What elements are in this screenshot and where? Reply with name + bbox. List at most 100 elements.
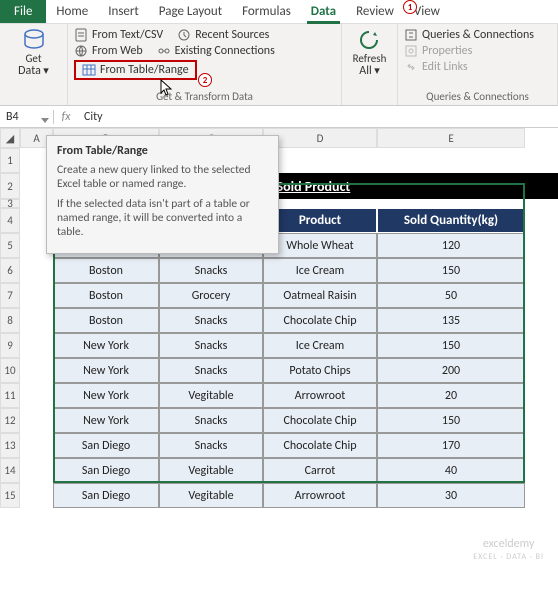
col-product: Product	[263, 208, 377, 233]
tooltip-title: From Table/Range	[57, 144, 268, 158]
table-row[interactable]: New YorkSnacksChocolate Chip150	[53, 408, 558, 433]
col-header[interactable]: E	[377, 128, 525, 148]
table-cell[interactable]: 150	[377, 333, 525, 358]
formula-value[interactable]: City	[78, 110, 103, 124]
link-icon	[404, 60, 418, 74]
table-row[interactable]: San DiegoVegitableArrowroot30	[53, 483, 558, 508]
table-cell[interactable]: Boston	[53, 308, 159, 333]
table-row[interactable]: BostonSnacksChocolate Chip135	[53, 308, 558, 333]
table-cell[interactable]: Snacks	[159, 433, 263, 458]
table-row[interactable]: New YorkVegitableArrowroot20	[53, 383, 558, 408]
table-cell[interactable]: Whole Wheat	[263, 233, 377, 258]
row-header[interactable]: 4	[0, 208, 20, 233]
row-header[interactable]: 6	[0, 258, 20, 283]
table-cell[interactable]: Chocolate Chip	[263, 308, 377, 333]
table-cell[interactable]: New York	[53, 358, 159, 383]
row-header[interactable]: 15	[0, 483, 20, 508]
row-header[interactable]: 1	[0, 148, 20, 173]
tab-review[interactable]: Review	[346, 0, 404, 23]
row-header[interactable]: 10	[0, 358, 20, 383]
table-cell[interactable]: 150	[377, 258, 525, 283]
table-cell[interactable]: New York	[53, 383, 159, 408]
table-cell[interactable]: 50	[377, 283, 525, 308]
row-header[interactable]: 13	[0, 433, 20, 458]
table-cell[interactable]: Snacks	[159, 358, 263, 383]
table-cell[interactable]: San Diego	[53, 458, 159, 483]
queries-connections-button[interactable]: Queries & Connections	[404, 28, 551, 42]
tab-data[interactable]: Data	[301, 0, 346, 23]
col-header[interactable]: D	[263, 128, 377, 148]
connection-icon	[157, 44, 171, 58]
table-row[interactable]: BostonGroceryOatmeal Raisin50	[53, 283, 558, 308]
tab-formulas[interactable]: Formulas	[232, 0, 301, 23]
table-cell[interactable]: 20	[377, 383, 525, 408]
name-box[interactable]: B4	[0, 110, 54, 124]
table-cell[interactable]: Potato Chips	[263, 358, 377, 383]
table-cell[interactable]: Grocery	[159, 283, 263, 308]
table-cell[interactable]: Oatmeal Raisin	[263, 283, 377, 308]
tab-file[interactable]: File	[0, 0, 46, 23]
table-cell[interactable]: Arrowroot	[263, 483, 377, 508]
row-header[interactable]: 12	[0, 408, 20, 433]
table-row[interactable]: San DiegoVegitableCarrot40	[53, 458, 558, 483]
row-header[interactable]: 14	[0, 458, 20, 483]
table-cell[interactable]: 40	[377, 458, 525, 483]
table-icon	[82, 63, 96, 77]
table-cell[interactable]: Arrowroot	[263, 383, 377, 408]
recent-sources-button[interactable]: Recent Sources	[177, 28, 269, 42]
database-icon	[22, 28, 46, 52]
row-header[interactable]: 9	[0, 333, 20, 358]
table-cell[interactable]: Boston	[53, 283, 159, 308]
table-row[interactable]: BostonSnacksIce Cream150	[53, 258, 558, 283]
table-row[interactable]: New YorkSnacksPotato Chips200	[53, 358, 558, 383]
existing-connections-button[interactable]: Existing Connections	[157, 44, 275, 58]
table-cell[interactable]: Snacks	[159, 308, 263, 333]
row-header[interactable]: 2	[0, 173, 20, 199]
fx-icon[interactable]: fx	[54, 110, 78, 124]
table-cell[interactable]: Boston	[53, 258, 159, 283]
table-cell[interactable]: 120	[377, 233, 525, 258]
table-cell[interactable]: Vegitable	[159, 483, 263, 508]
tooltip-body: Create a new query linked to the selecte…	[57, 163, 268, 191]
get-data-button[interactable]: Get Data ▾	[18, 26, 49, 77]
row-header[interactable]: 3	[0, 199, 20, 208]
table-cell[interactable]: Vegitable	[159, 458, 263, 483]
table-cell[interactable]: Ice Cream	[263, 333, 377, 358]
row-header[interactable]: 7	[0, 283, 20, 308]
table-cell[interactable]: 200	[377, 358, 525, 383]
ribbon-group-refresh: Refresh All ▾	[342, 24, 398, 105]
ribbon-group-getdata: Get Data ▾	[0, 24, 68, 105]
table-cell[interactable]: Ice Cream	[263, 258, 377, 283]
table-cell[interactable]: Chocolate Chip	[263, 433, 377, 458]
table-row[interactable]: New YorkSnacksIce Cream150	[53, 333, 558, 358]
watermark: exceldemy EXCEL · DATA · BI	[473, 538, 544, 564]
table-cell[interactable]: San Diego	[53, 433, 159, 458]
table-cell[interactable]: New York	[53, 408, 159, 433]
refresh-all-button[interactable]: Refresh All ▾	[353, 26, 387, 77]
from-text-csv-button[interactable]: From Text/CSV	[74, 28, 163, 42]
table-cell[interactable]: Vegitable	[159, 383, 263, 408]
tab-insert[interactable]: Insert	[98, 0, 149, 23]
col-qty: Sold Quantity(kg)	[377, 208, 525, 233]
table-cell[interactable]: Carrot	[263, 458, 377, 483]
from-table-range-button[interactable]: From Table/Range	[74, 60, 197, 80]
table-cell[interactable]: San Diego	[53, 483, 159, 508]
table-cell[interactable]: Snacks	[159, 258, 263, 283]
row-header[interactable]: 5	[0, 233, 20, 258]
table-cell[interactable]: 150	[377, 408, 525, 433]
tab-page-layout[interactable]: Page Layout	[149, 0, 232, 23]
table-row[interactable]: San DiegoSnacksChocolate Chip170	[53, 433, 558, 458]
row-header[interactable]: 11	[0, 383, 20, 408]
tab-home[interactable]: Home	[46, 0, 98, 23]
table-cell[interactable]: 30	[377, 483, 525, 508]
select-all-corner[interactable]: ◢	[0, 128, 20, 148]
table-cell[interactable]: Snacks	[159, 333, 263, 358]
table-cell[interactable]: 135	[377, 308, 525, 333]
table-cell[interactable]: Chocolate Chip	[263, 408, 377, 433]
table-cell[interactable]: Snacks	[159, 408, 263, 433]
row-header[interactable]: 8	[0, 308, 20, 333]
globe-icon	[74, 44, 88, 58]
table-cell[interactable]: New York	[53, 333, 159, 358]
table-cell[interactable]: 170	[377, 433, 525, 458]
from-web-button[interactable]: From Web	[74, 44, 143, 58]
